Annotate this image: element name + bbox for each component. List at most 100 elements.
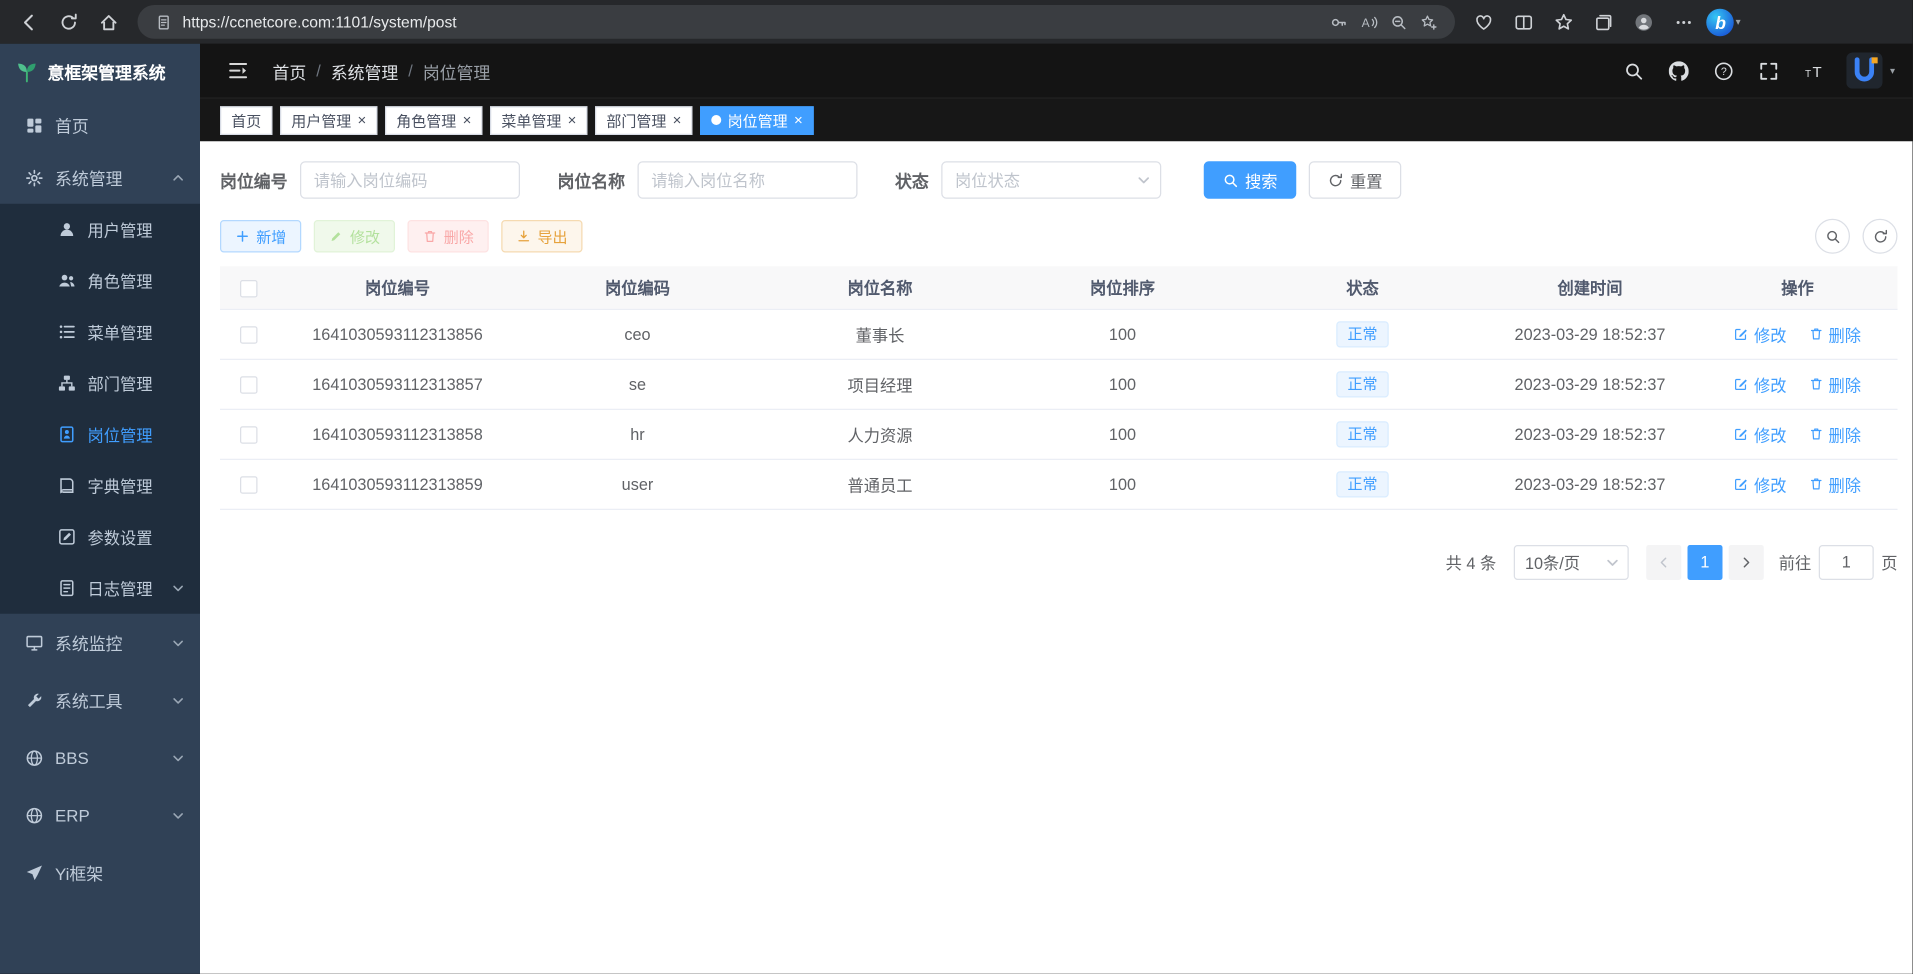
zoom-out-icon[interactable] <box>1385 8 1413 36</box>
delete-button[interactable]: 删除 <box>408 220 489 253</box>
org-tree-icon <box>58 374 77 393</box>
sidebar-item-home[interactable]: 首页 <box>0 99 200 152</box>
chevron-down-icon <box>171 636 185 650</box>
close-icon[interactable]: × <box>794 113 803 128</box>
row-edit-link[interactable]: 修改 <box>1734 422 1787 446</box>
tag-menu-management[interactable]: 菜单管理 × <box>490 106 588 135</box>
search-icon[interactable] <box>1614 51 1654 91</box>
app-title: 意框架管理系统 <box>48 59 166 84</box>
table-row: 1641030593112313859 user 普通员工 100 正常 202… <box>220 459 1898 509</box>
app-logo[interactable]: 意框架管理系统 <box>0 44 200 99</box>
download-icon <box>516 229 531 244</box>
select-all-checkbox[interactable] <box>240 279 258 297</box>
refresh-icon <box>1328 172 1344 188</box>
row-checkbox[interactable] <box>240 376 258 394</box>
tag-role-management[interactable]: 角色管理 × <box>385 106 483 135</box>
jump-page-input[interactable] <box>1819 544 1874 579</box>
chevron-left-icon <box>1656 554 1671 569</box>
close-icon[interactable]: × <box>463 113 472 128</box>
reset-button[interactable]: 重置 <box>1309 161 1402 199</box>
browser-refresh-icon[interactable] <box>50 4 88 39</box>
pagination-total: 共 4 条 <box>1446 550 1497 574</box>
sidebar-item-monitor[interactable]: 系统监控 <box>0 614 200 672</box>
read-aloud-icon[interactable]: A <box>1355 8 1383 36</box>
row-checkbox[interactable] <box>240 426 258 444</box>
prev-page-button[interactable] <box>1646 544 1681 579</box>
tag-department-management[interactable]: 部门管理 × <box>595 106 693 135</box>
breadcrumb-home[interactable]: 首页 <box>273 58 307 83</box>
page-number-1[interactable]: 1 <box>1687 544 1722 579</box>
favorites-icon[interactable] <box>1545 4 1583 39</box>
tag-user-management[interactable]: 用户管理 × <box>280 106 378 135</box>
row-edit-link[interactable]: 修改 <box>1734 372 1787 396</box>
export-button[interactable]: 导出 <box>501 220 582 253</box>
row-checkbox[interactable] <box>240 476 258 494</box>
browser-address-bar[interactable]: https://ccnetcore.com:1101/system/post A <box>138 5 1456 39</box>
page-size-select[interactable]: 10条/页 <box>1514 544 1629 579</box>
sidebar-item-tools[interactable]: 系统工具 <box>0 671 200 729</box>
close-icon[interactable]: × <box>673 113 682 128</box>
browser-back-icon[interactable] <box>10 4 48 39</box>
user-menu[interactable]: ▾ <box>1846 53 1895 89</box>
address-bar-actions: A <box>1325 8 1443 36</box>
password-key-icon[interactable] <box>1325 8 1353 36</box>
browser-menu-icon[interactable] <box>1665 4 1703 39</box>
help-icon[interactable]: ? <box>1704 51 1744 91</box>
browser-home-icon[interactable] <box>90 4 128 39</box>
refresh-table-button[interactable] <box>1863 219 1898 254</box>
sidebar-item-yi-framework[interactable]: Yi框架 <box>0 844 200 902</box>
top-bar: 首页 / 系统管理 / 岗位管理 ? <box>200 44 1913 99</box>
collections-icon[interactable] <box>1585 4 1623 39</box>
chevron-up-icon <box>171 171 185 185</box>
profile-avatar-icon[interactable] <box>1625 4 1663 39</box>
tag-home[interactable]: 首页 <box>220 106 273 135</box>
next-page-button[interactable] <box>1729 544 1764 579</box>
font-size-icon[interactable]: TT <box>1794 51 1834 91</box>
row-edit-link[interactable]: 修改 <box>1734 322 1787 346</box>
fullscreen-icon[interactable] <box>1749 51 1789 91</box>
chevron-down-icon <box>171 808 185 822</box>
bing-copilot-icon[interactable]: b ▾ <box>1705 4 1743 39</box>
sidebar-item-system[interactable]: 系统管理 <box>0 151 200 204</box>
github-icon[interactable] <box>1659 51 1699 91</box>
sidebar-item-bbs[interactable]: BBS <box>0 729 200 787</box>
row-delete-link[interactable]: 删除 <box>1809 422 1862 446</box>
url-text[interactable]: https://ccnetcore.com:1101/system/post <box>183 13 1326 31</box>
sidebar-item-parameters[interactable]: 参数设置 <box>0 511 200 562</box>
sidebar-item-departments[interactable]: 部门管理 <box>0 358 200 409</box>
sidebar-toggle-icon[interactable] <box>220 53 255 88</box>
users-icon <box>58 271 77 290</box>
sidebar-item-erp[interactable]: ERP <box>0 786 200 844</box>
close-icon[interactable]: × <box>568 113 577 128</box>
sidebar-item-menus[interactable]: 菜单管理 <box>0 306 200 357</box>
add-favorite-star-icon[interactable] <box>1415 8 1443 36</box>
post-name-input[interactable] <box>638 161 858 199</box>
toggle-search-button[interactable] <box>1815 219 1850 254</box>
site-info-icon[interactable] <box>150 8 178 36</box>
sidebar-item-logs[interactable]: 日志管理 <box>0 563 200 614</box>
row-edit-link[interactable]: 修改 <box>1734 472 1787 496</box>
sidebar-item-dictionary[interactable]: 字典管理 <box>0 460 200 511</box>
browser-essentials-icon[interactable] <box>1465 4 1503 39</box>
sidebar-item-posts[interactable]: 岗位管理 <box>0 409 200 460</box>
tag-post-management[interactable]: 岗位管理 × <box>700 106 814 135</box>
split-screen-icon[interactable] <box>1505 4 1543 39</box>
row-delete-link[interactable]: 删除 <box>1809 472 1862 496</box>
col-post-name: 岗位名称 <box>758 266 1003 309</box>
edit-pencil-icon <box>1734 426 1749 441</box>
row-delete-link[interactable]: 删除 <box>1809 372 1862 396</box>
search-button[interactable]: 搜索 <box>1204 161 1297 199</box>
sidebar-item-users[interactable]: 用户管理 <box>0 204 200 255</box>
post-code-input[interactable] <box>300 161 520 199</box>
edit-button[interactable]: 修改 <box>314 220 395 253</box>
svg-text:T: T <box>1812 63 1821 80</box>
sidebar-item-roles[interactable]: 角色管理 <box>0 255 200 306</box>
row-delete-link[interactable]: 删除 <box>1809 322 1862 346</box>
status-select[interactable] <box>941 161 1161 199</box>
gear-icon <box>25 168 44 187</box>
col-status: 状态 <box>1243 266 1483 309</box>
row-checkbox[interactable] <box>240 326 258 344</box>
breadcrumb-system[interactable]: 系统管理 <box>331 58 399 83</box>
add-button[interactable]: 新增 <box>220 220 301 253</box>
close-icon[interactable]: × <box>358 113 367 128</box>
